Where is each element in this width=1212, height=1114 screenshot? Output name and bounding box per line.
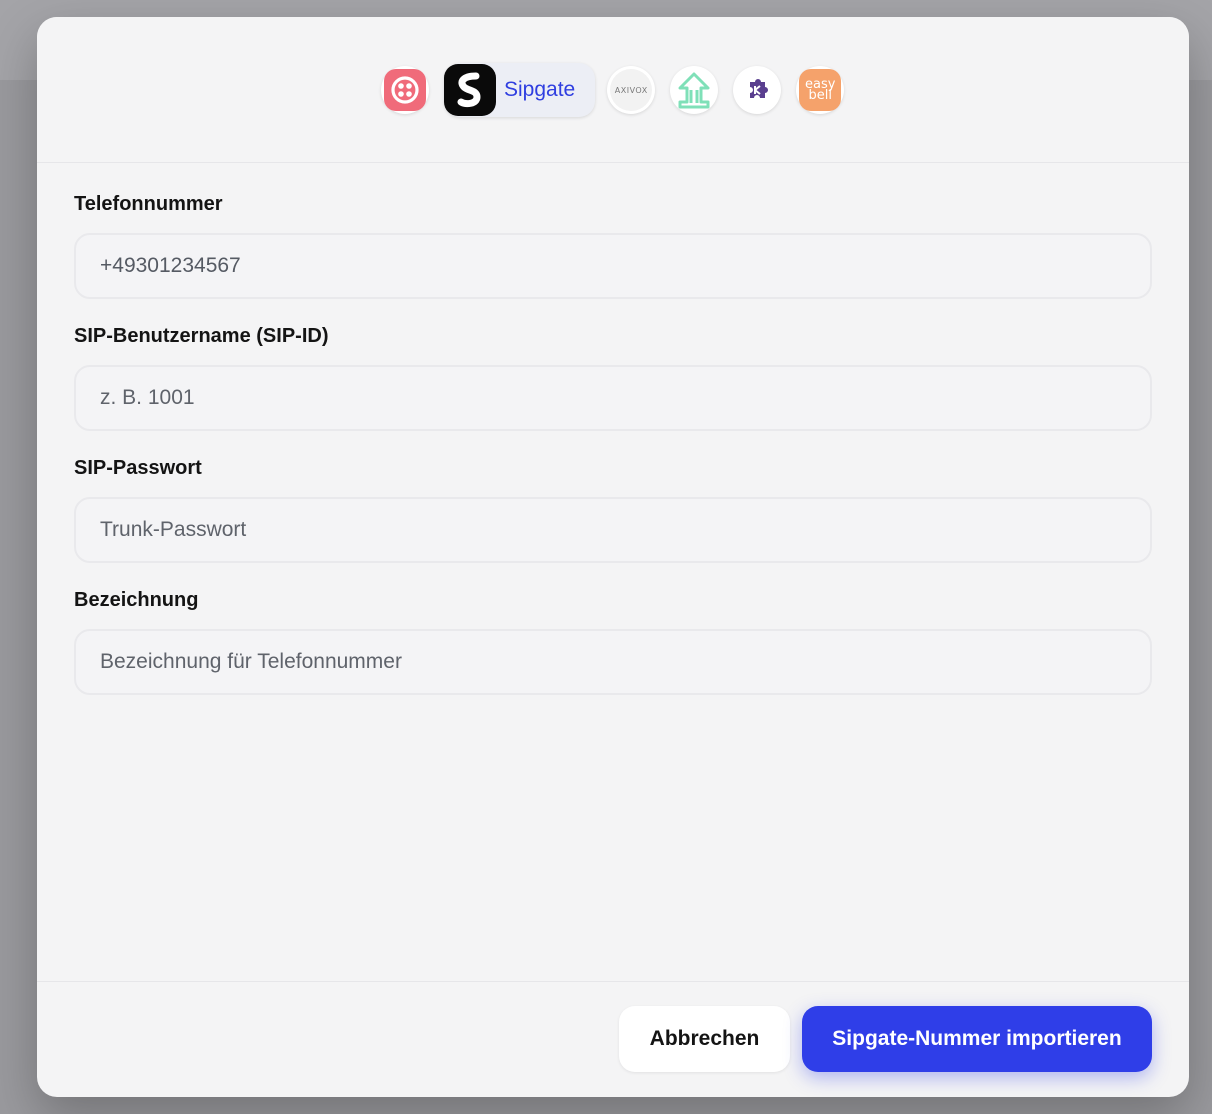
provider-4-button[interactable] — [670, 66, 719, 114]
twilio-logo-icon — [384, 69, 426, 111]
provider-easybell-button[interactable]: easy bell — [796, 66, 845, 114]
sipgate-logo-icon — [444, 64, 496, 116]
easybell-logo-icon: easy bell — [799, 69, 842, 111]
import-sipgate-number-button[interactable]: Sipgate-Nummer importieren — [802, 1006, 1152, 1072]
dialog-footer: Abbrechen Sipgate-Nummer importieren — [37, 981, 1189, 1097]
provider-list: Sipgate AXIVOX easy bell — [381, 63, 859, 117]
provider-twilio-button[interactable] — [381, 66, 429, 114]
provider-5-button[interactable] — [733, 66, 782, 114]
designation-input[interactable] — [74, 629, 1152, 695]
sip-username-label: SIP-Benutzername (SIP-ID) — [74, 325, 329, 347]
import-number-dialog: Sipgate AXIVOX easy bell Telefonnummer +… — [37, 17, 1189, 1097]
sip-username-input[interactable] — [74, 365, 1152, 431]
axivox-logo-text: AXIVOX — [614, 85, 648, 95]
phone-field-group: Telefonnummer — [74, 193, 1152, 299]
designation-label: Bezeichnung — [74, 589, 199, 611]
sip-password-field-group: SIP-Passwort — [74, 457, 1152, 563]
phone-label: Telefonnummer — [74, 193, 223, 215]
provider-sipgate-button[interactable]: Sipgate — [444, 63, 596, 117]
cancel-button[interactable]: Abbrechen — [619, 1006, 790, 1072]
purple-puzzle-logo-icon — [736, 69, 778, 111]
sip-password-input[interactable] — [74, 497, 1152, 563]
easybell-logo-text-bottom: bell — [808, 88, 832, 103]
import-form: Telefonnummer SIP-Benutzername (SIP-ID) … — [74, 193, 1152, 721]
green-arrows-logo-icon — [673, 69, 715, 111]
sip-username-field-group: SIP-Benutzername (SIP-ID) — [74, 325, 1152, 431]
provider-selector: Sipgate AXIVOX easy bell — [37, 17, 1189, 163]
designation-field-group: Bezeichnung — [74, 589, 1152, 695]
sip-password-label: SIP-Passwort — [74, 457, 202, 479]
phone-input[interactable] — [74, 233, 1152, 299]
provider-axivox-button[interactable]: AXIVOX — [607, 66, 656, 114]
provider-sipgate-label: Sipgate — [504, 78, 576, 101]
axivox-logo-icon: AXIVOX — [610, 69, 653, 111]
